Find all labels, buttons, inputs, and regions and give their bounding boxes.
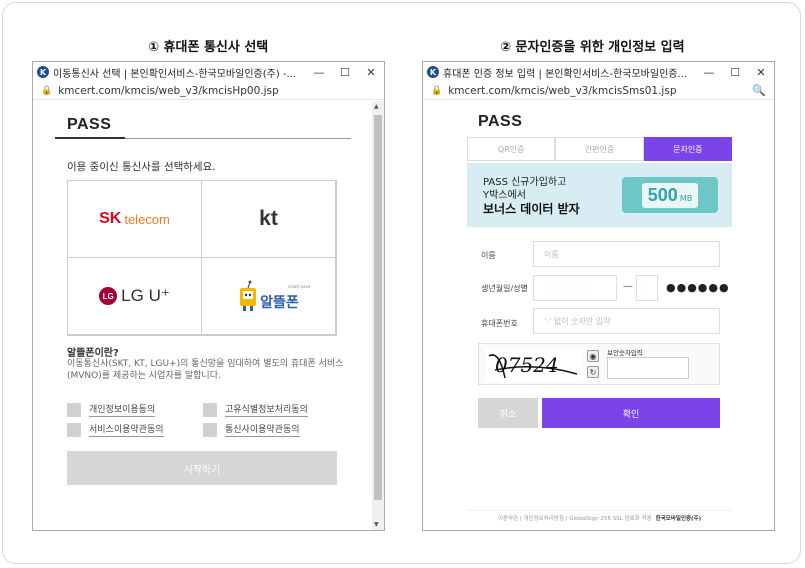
carrier-mvno[interactable]: 알뜰폰 smart save bbox=[201, 257, 336, 335]
minimize-button[interactable]: — bbox=[696, 66, 722, 79]
altteul-tagline: smart save bbox=[288, 284, 311, 289]
skt-logo-text: telecom bbox=[124, 211, 170, 227]
caption-left: ① 휴대폰 통신사 선택 bbox=[148, 40, 269, 55]
carrier-select-window: K 이동통신사 선택 | 본인확인서비스-한국모바일인증(주) -... — ☐… bbox=[32, 61, 385, 531]
carrier-kt[interactable]: kt bbox=[201, 180, 336, 258]
name-input[interactable]: 이름 bbox=[533, 241, 720, 267]
footer-links[interactable]: 이용약관 | 개인정보처리방침 | GlobalSign 256 SSL 암호화… bbox=[498, 514, 652, 522]
agree-carrier-terms[interactable]: 통신사이용약관동의 bbox=[203, 422, 300, 437]
title-bar: K 휴대폰 인증 정보 입력 | 본인확인서비스-한국모바일인증... — ☐ … bbox=[423, 62, 774, 82]
window-title: 휴대폰 인증 정보 입력 | 본인확인서비스-한국모바일인증... bbox=[443, 68, 688, 80]
title-bar: K 이동통신사 선택 | 본인확인서비스-한국모바일인증(주) -... — ☐… bbox=[33, 62, 384, 82]
agree-label: 서비스이용약관동의 bbox=[89, 422, 164, 437]
auth-tabs: QR인증 간편인증 문자인증 bbox=[467, 137, 732, 161]
captcha-refresh-icon[interactable]: ↻ bbox=[587, 366, 599, 378]
cancel-button[interactable]: 취소 bbox=[478, 398, 538, 428]
captcha-image: 07524 bbox=[485, 348, 583, 382]
birth-input[interactable]: · · · · · · bbox=[533, 275, 617, 301]
maximize-button[interactable]: ☐ bbox=[332, 66, 358, 79]
tab-sms[interactable]: 문자인증 bbox=[643, 137, 732, 161]
url-text: kmcert.com/kmcis/web_v3/kmcisHp00.jsp bbox=[58, 84, 279, 97]
captcha-label: 보안숫자입력 bbox=[607, 349, 643, 357]
checkbox[interactable] bbox=[203, 422, 217, 437]
banner-line3: 보너스 데이터 받자 bbox=[483, 202, 580, 216]
data-ticket-icon: 500 MB bbox=[622, 177, 718, 213]
name-label: 이름 bbox=[481, 251, 496, 260]
carrier-grid: SK telecom kt LG LG U⁺ 알뜰폰 smart save bbox=[67, 180, 337, 336]
phone-label: 휴대폰번호 bbox=[481, 319, 518, 328]
agree-label: 고유식별정보처리동의 bbox=[225, 402, 308, 417]
birth-dash: — bbox=[623, 281, 633, 292]
kmc-app-icon: K bbox=[427, 66, 439, 78]
ticket-amount: 500 bbox=[647, 184, 678, 205]
close-button[interactable]: ✕ bbox=[748, 66, 774, 79]
ticket-unit: MB bbox=[679, 193, 693, 203]
minimize-button[interactable]: — bbox=[306, 66, 332, 79]
scroll-up-icon[interactable]: ▲ bbox=[374, 103, 379, 110]
carrier-skt[interactable]: SK telecom bbox=[67, 180, 202, 258]
banner-line2: Y박스에서 bbox=[483, 190, 526, 201]
header-divider-accent bbox=[55, 137, 125, 139]
checkbox[interactable] bbox=[67, 422, 81, 437]
pass-logo: PASS bbox=[67, 116, 112, 133]
maximize-button[interactable]: ☐ bbox=[722, 66, 748, 79]
address-bar[interactable]: 🔒 kmcert.com/kmcis/web_v3/kmcisHp00.jsp bbox=[33, 82, 384, 100]
start-button[interactable]: 시작하기 bbox=[67, 451, 337, 485]
caption-right: ② 문자인증을 위한 개인정보 입력 bbox=[500, 40, 685, 55]
altteul-mascot-icon bbox=[240, 280, 257, 311]
tab-simple[interactable]: 간편인증 bbox=[555, 137, 644, 161]
footer: 이용약관 | 개인정보처리방침 | GlobalSign 256 SSL 암호화… bbox=[467, 510, 732, 524]
captcha-input[interactable] bbox=[607, 357, 689, 379]
window-title: 이동통신사 선택 | 본인확인서비스-한국모바일인증(주) -... bbox=[53, 68, 297, 80]
mvno-info-body: 이동통신사(SKT, KT, LGU+)의 통신망을 임대하여 별도의 휴대폰 … bbox=[67, 359, 344, 381]
captcha-noise-icon bbox=[488, 354, 578, 379]
lock-icon: 🔒 bbox=[431, 85, 443, 96]
checkbox[interactable] bbox=[67, 402, 81, 417]
lg-logo-icon: LG bbox=[99, 287, 118, 305]
captcha-audio-icon[interactable]: ◉ bbox=[587, 350, 599, 362]
mvno-info-title: 알뜰폰이란? bbox=[67, 348, 119, 359]
agree-privacy[interactable]: 개인정보이용동의 bbox=[67, 402, 156, 417]
zoom-icon[interactable]: 🔍 bbox=[752, 84, 766, 97]
scrollbar[interactable]: ▲ ▼ bbox=[372, 101, 384, 530]
agree-unique-id[interactable]: 고유식별정보처리동의 bbox=[203, 402, 308, 417]
sms-auth-window: K 휴대폰 인증 정보 입력 | 본인확인서비스-한국모바일인증... — ☐ … bbox=[422, 61, 775, 531]
masked-id: ●●●●●● bbox=[666, 281, 730, 294]
carrier-lgu[interactable]: LG LG U⁺ bbox=[67, 257, 202, 335]
lock-icon: 🔒 bbox=[41, 85, 53, 96]
agree-service-terms[interactable]: 서비스이용약관동의 bbox=[67, 422, 164, 437]
scroll-down-icon[interactable]: ▼ bbox=[374, 521, 379, 528]
gender-input[interactable]: · bbox=[636, 275, 658, 301]
lgu-logo-text: LG U⁺ bbox=[121, 286, 170, 305]
promo-banner[interactable]: PASS 신규가입하고 Y박스에서 보너스 데이터 받자 500 MB bbox=[467, 163, 732, 227]
close-button[interactable]: ✕ bbox=[358, 66, 384, 79]
carrier-prompt: 이용 중이신 통신사를 선택하세요. bbox=[67, 161, 216, 173]
altteul-logo-text: 알뜰폰 bbox=[260, 295, 299, 311]
kmc-app-icon: K bbox=[37, 66, 49, 78]
footer-brand: 한국모바일인증(주) bbox=[655, 515, 702, 522]
agree-label: 개인정보이용동의 bbox=[89, 402, 156, 417]
kt-logo: kt bbox=[259, 207, 278, 230]
scrollbar-thumb[interactable] bbox=[374, 115, 382, 500]
captcha-area: 07524 ◉ ↻ 보안숫자입력 bbox=[478, 343, 720, 385]
phone-input[interactable]: '-' 없이 숫자만 입력 bbox=[533, 308, 720, 334]
checkbox[interactable] bbox=[203, 402, 217, 417]
address-bar[interactable]: 🔒 kmcert.com/kmcis/web_v3/kmcisSms01.jsp… bbox=[423, 82, 774, 100]
skt-logo-mark: SK bbox=[99, 210, 122, 227]
confirm-button[interactable]: 확인 bbox=[542, 398, 720, 428]
url-text: kmcert.com/kmcis/web_v3/kmcisSms01.jsp bbox=[448, 84, 677, 97]
agree-label: 통신사이용약관동의 bbox=[225, 422, 300, 437]
tab-qr[interactable]: QR인증 bbox=[467, 137, 556, 161]
birth-label: 생년월일/성별 bbox=[481, 284, 528, 293]
pass-logo: PASS bbox=[478, 113, 523, 130]
